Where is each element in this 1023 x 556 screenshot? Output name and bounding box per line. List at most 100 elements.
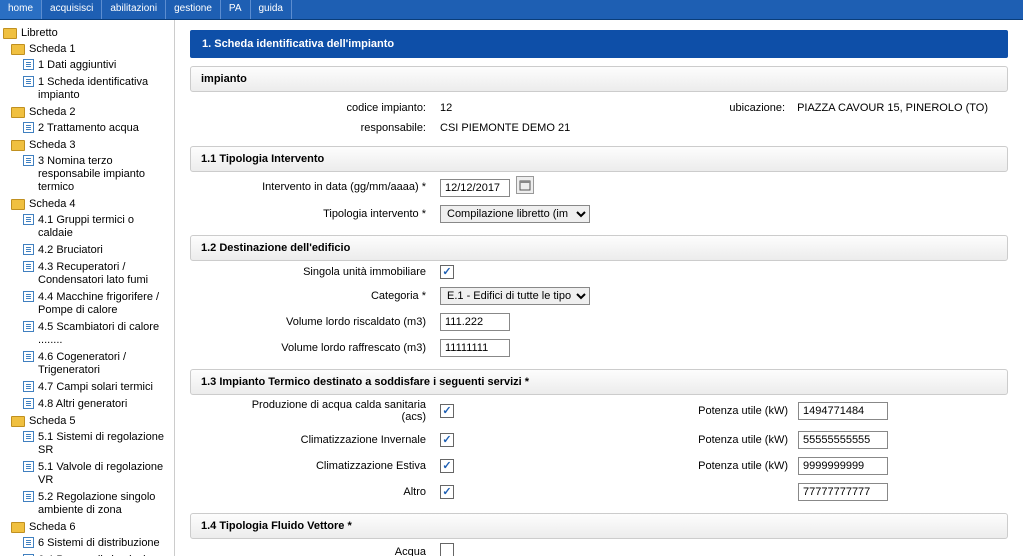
- label-clim-est: Climatizzazione Estiva: [190, 460, 440, 472]
- tree-leaf[interactable]: 3 Nomina terzo responsabile impianto ter…: [11, 153, 171, 196]
- tree-folder-label: Scheda 2: [29, 106, 75, 118]
- folder-icon: [11, 107, 25, 118]
- nav-guida[interactable]: guida: [251, 0, 292, 19]
- label-codice: codice impianto:: [190, 102, 440, 114]
- tree-folder[interactable]: Scheda 5: [11, 413, 171, 429]
- tree-leaf-label: 1 Scheda identificativa impianto: [38, 76, 171, 102]
- document-icon: [23, 491, 34, 502]
- tree-leaf[interactable]: 2 Trattamento acqua: [11, 120, 171, 137]
- label-categoria: Categoria *: [190, 290, 440, 302]
- label-acqua: Acqua: [190, 546, 440, 556]
- checkbox-singola[interactable]: [440, 265, 454, 279]
- checkbox-clim-inv[interactable]: [440, 433, 454, 447]
- tree-leaf[interactable]: 1 Dati aggiuntivi: [11, 57, 171, 74]
- tree-leaf[interactable]: 5.2 Regolazione singolo ambiente di zona: [11, 489, 171, 519]
- document-icon: [23, 431, 34, 442]
- section-1-1: 1.1 Tipologia Intervento: [190, 146, 1008, 172]
- label-pot-acs: Potenza utile (kW): [698, 405, 798, 417]
- document-icon: [23, 59, 34, 70]
- nav-pa[interactable]: PA: [221, 0, 251, 19]
- document-icon: [23, 155, 34, 166]
- input-vol-raff[interactable]: [440, 339, 510, 357]
- document-icon: [23, 291, 34, 302]
- tree-leaf[interactable]: 5.1 Valvole di regolazione VR: [11, 459, 171, 489]
- folder-icon: [11, 416, 25, 427]
- tree-leaf-label: 4.1 Gruppi termici o caldaie: [38, 214, 171, 240]
- folder-icon: [11, 44, 25, 55]
- input-intervento-data[interactable]: [440, 179, 510, 197]
- tree-folder[interactable]: Scheda 2: [11, 104, 171, 120]
- document-icon: [23, 537, 34, 548]
- document-icon: [23, 122, 34, 133]
- tree-folder-label: Scheda 3: [29, 139, 75, 151]
- section-1-2: 1.2 Destinazione dell'edificio: [190, 235, 1008, 261]
- tree-leaf-label: 6 Sistemi di distribuzione: [38, 537, 160, 550]
- input-s13-altro[interactable]: [798, 483, 888, 501]
- value-ubicazione: PIAZZA CAVOUR 15, PINEROLO (TO): [797, 102, 1008, 114]
- tree-leaf[interactable]: 4.4 Macchine frigorifere / Pompe di calo…: [11, 289, 171, 319]
- tree-leaf[interactable]: 4.5 Scambiatori di calore ........: [11, 319, 171, 349]
- document-icon: [23, 351, 34, 362]
- document-icon: [23, 76, 34, 87]
- label-s13-altro: Altro: [190, 486, 440, 498]
- value-codice: 12: [440, 102, 599, 114]
- select-categoria[interactable]: E.1 - Edifici di tutte le tipo: [440, 287, 590, 305]
- label-acs: Produzione di acqua calda sanitaria (acs…: [190, 399, 440, 423]
- nav-gestione[interactable]: gestione: [166, 0, 221, 19]
- nav-home[interactable]: home: [0, 0, 42, 19]
- label-vol-raff: Volume lordo raffrescato (m3): [190, 342, 440, 354]
- content-area: 1. Scheda identificativa dell'impianto i…: [175, 20, 1023, 556]
- tree-leaf[interactable]: 4.7 Campi solari termici: [11, 379, 171, 396]
- folder-icon: [11, 140, 25, 151]
- label-pot-inv: Potenza utile (kW): [698, 434, 798, 446]
- tree-leaf[interactable]: 4.3 Recuperatori / Condensatori lato fum…: [11, 259, 171, 289]
- checkbox-clim-est[interactable]: [440, 459, 454, 473]
- tree-folder[interactable]: Scheda 3: [11, 137, 171, 153]
- section-1-3: 1.3 Impianto Termico destinato a soddisf…: [190, 369, 1008, 395]
- tree-leaf-label: 4.5 Scambiatori di calore ........: [38, 321, 171, 347]
- tree-leaf[interactable]: 4.8 Altri generatori: [11, 396, 171, 413]
- tree-leaf[interactable]: 6.4 Pompe di circolazione (se non incorp…: [11, 552, 171, 556]
- tree-leaf-label: 5.1 Valvole di regolazione VR: [38, 461, 171, 487]
- document-icon: [23, 214, 34, 225]
- page-title: 1. Scheda identificativa dell'impianto: [190, 30, 1008, 58]
- tree-leaf[interactable]: 4.2 Bruciatori: [11, 242, 171, 259]
- tree-leaf-label: 1 Dati aggiuntivi: [38, 59, 116, 72]
- tree-leaf[interactable]: 4.1 Gruppi termici o caldaie: [11, 212, 171, 242]
- tree-leaf[interactable]: 1 Scheda identificativa impianto: [11, 74, 171, 104]
- tree-folder[interactable]: Scheda 4: [11, 196, 171, 212]
- input-vol-risc[interactable]: [440, 313, 510, 331]
- tree-leaf[interactable]: 5.1 Sistemi di regolazione SR: [11, 429, 171, 459]
- document-icon: [23, 381, 34, 392]
- tree-folder-label: Scheda 1: [29, 43, 75, 55]
- label-clim-inv: Climatizzazione Invernale: [190, 434, 440, 446]
- tree-leaf[interactable]: 6 Sistemi di distribuzione: [11, 535, 171, 552]
- label-intervento-data: Intervento in data (gg/mm/aaaa) *: [190, 181, 440, 193]
- section-impianto: impianto: [190, 66, 1008, 92]
- input-pot-est[interactable]: [798, 457, 888, 475]
- input-pot-inv[interactable]: [798, 431, 888, 449]
- tree-leaf-label: 5.2 Regolazione singolo ambiente di zona: [38, 491, 171, 517]
- tree-leaf-label: 3 Nomina terzo responsabile impianto ter…: [38, 155, 171, 194]
- checkbox-acs[interactable]: [440, 404, 454, 418]
- tree-root-libretto[interactable]: Libretto: [3, 25, 171, 41]
- tree-folder-label: Scheda 6: [29, 521, 75, 533]
- folder-icon: [11, 522, 25, 533]
- checkbox-s13-altro[interactable]: [440, 485, 454, 499]
- input-pot-acs[interactable]: [798, 402, 888, 420]
- tree-folder[interactable]: Scheda 6: [11, 519, 171, 535]
- tree-folder[interactable]: Scheda 1: [11, 41, 171, 57]
- tree-folder-label: Scheda 5: [29, 415, 75, 427]
- checkbox-acqua[interactable]: [440, 543, 454, 556]
- select-tipologia-intervento[interactable]: Compilazione libretto (im: [440, 205, 590, 223]
- document-icon: [23, 461, 34, 472]
- tree-leaf-label: 5.1 Sistemi di regolazione SR: [38, 431, 171, 457]
- nav-acquisisci[interactable]: acquisisci: [42, 0, 102, 19]
- section-1-4: 1.4 Tipologia Fluido Vettore *: [190, 513, 1008, 539]
- label-responsabile: responsabile:: [190, 122, 440, 134]
- nav-abilitazioni[interactable]: abilitazioni: [102, 0, 166, 19]
- tree-leaf-label: 4.2 Bruciatori: [38, 244, 103, 257]
- calendar-icon[interactable]: [516, 176, 534, 194]
- tree-leaf[interactable]: 4.6 Cogeneratori / Trigeneratori: [11, 349, 171, 379]
- document-icon: [23, 321, 34, 332]
